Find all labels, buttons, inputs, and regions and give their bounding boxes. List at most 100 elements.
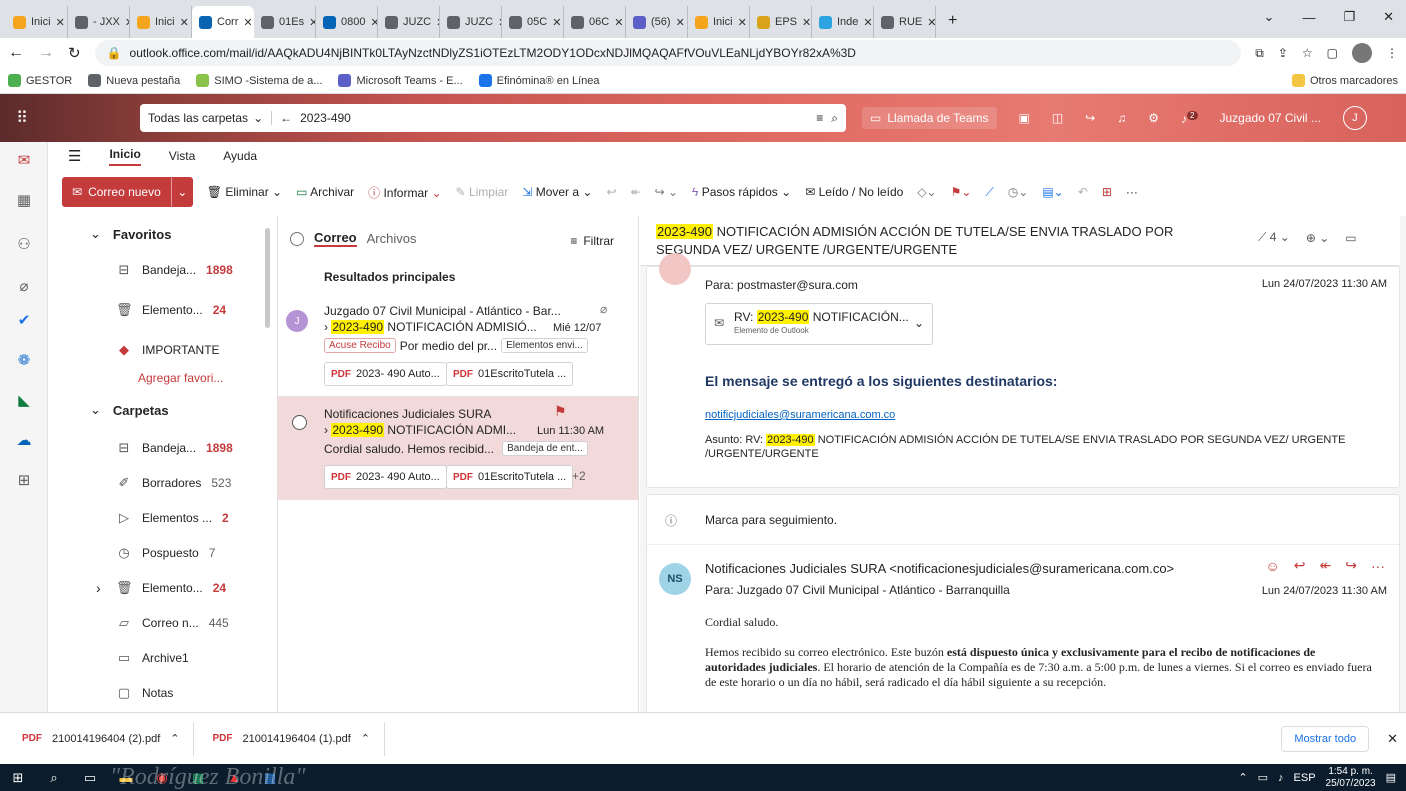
rules-icon[interactable]: ▤⌄ — [1042, 185, 1063, 199]
clean-button[interactable]: ✎ Limpiar — [456, 185, 509, 199]
bookmark-item[interactable]: Microsoft Teams - E... — [338, 74, 463, 87]
folder-item[interactable]: ◆ IMPORTANTE — [116, 342, 230, 358]
reply-icon[interactable]: ↩ — [1294, 557, 1306, 574]
bookings-icon[interactable]: ◣ — [12, 388, 36, 412]
teams-call-button[interactable]: ▭ Llamada de Teams — [862, 107, 997, 129]
tab-inicio[interactable]: Inicio — [109, 147, 141, 166]
browser-tab[interactable]: Inici ✕ — [6, 6, 68, 38]
todo-icon[interactable]: ✔ — [12, 308, 36, 332]
chevron-down-icon[interactable]: ⌄ — [914, 316, 924, 330]
forward-icon[interactable]: ↪ ⌄ — [655, 185, 678, 199]
list-item[interactable]: J Juzgado 07 Civil Municipal - Atlántico… — [278, 294, 638, 394]
megaphone-icon[interactable]: ♪ 2 — [1181, 110, 1198, 126]
quick-steps-button[interactable]: ϟ Pasos rápidos ⌄ — [692, 185, 791, 199]
browser-tab[interactable]: 06C ✕ — [564, 6, 626, 38]
folder-item[interactable]: ▱ Correo n... 445 — [116, 615, 229, 631]
browser-tab[interactable]: 01Es ✕ — [254, 6, 316, 38]
bookmark-item[interactable]: Efinómina® en Línea — [478, 74, 600, 87]
folder-item[interactable]: ⊟ Bandeja... 1898 — [116, 440, 233, 456]
attachment-chip[interactable]: PDF 01EscritoTutela ... — [446, 465, 574, 489]
bookmark-item[interactable]: SIMO -Sistema de a... — [196, 74, 322, 87]
sidebar-icon[interactable]: ▢ — [1327, 46, 1338, 60]
chevron-up-icon[interactable]: ⌃ — [361, 732, 370, 745]
more-icon[interactable]: ··· — [1371, 558, 1385, 574]
tab-ayuda[interactable]: Ayuda — [223, 149, 257, 163]
move-button[interactable]: ⇲ Mover a ⌄ — [522, 185, 592, 199]
bookmark-item[interactable]: GESTOR — [8, 74, 72, 87]
recipient-link[interactable]: notificjudiciales@suramericana.com.co — [705, 409, 895, 421]
app-launcher-icon[interactable]: ⠿ — [0, 108, 44, 128]
clock[interactable]: 1:54 p. m. 25/07/2023 — [1326, 766, 1376, 790]
emoji-icon[interactable]: ☺ — [1266, 558, 1280, 574]
search-scope-dropdown[interactable]: Todas las carpetas ⌄ — [148, 111, 273, 125]
search-icon[interactable]: ⌕ — [36, 770, 72, 786]
snooze-icon[interactable]: ◷⌄ — [1008, 185, 1029, 199]
browser-tab[interactable]: Inici ✕ — [688, 6, 750, 38]
tab-close-icon[interactable]: ✕ — [56, 16, 65, 29]
popout-icon[interactable]: ▭ — [1345, 231, 1356, 245]
reply-all-icon[interactable]: ↞ — [1320, 557, 1332, 574]
network-icon[interactable]: ▭ — [1258, 771, 1268, 784]
new-mail-button[interactable]: ✉ Correo nuevo ⌄ — [62, 177, 193, 207]
restore-button[interactable]: ❐ — [1343, 9, 1355, 25]
chevron-up-icon[interactable]: ⌃ — [170, 732, 179, 745]
mail-icon[interactable]: ✉ — [12, 148, 36, 172]
browser-tab[interactable]: 0800 ✕ — [316, 6, 378, 38]
tab-close-icon[interactable]: ✕ — [676, 16, 685, 29]
folder-item[interactable]: ▭ Archive1 — [116, 650, 199, 666]
attachment-chip[interactable]: PDF 01EscritoTutela ... — [446, 362, 574, 386]
teams-icon[interactable]: ◫ — [1052, 111, 1063, 125]
filter-button[interactable]: ≡ Filtrar — [570, 234, 614, 248]
tab-search-icon[interactable]: ⌄ — [1264, 9, 1275, 25]
task-view-icon[interactable]: ▭ — [72, 770, 108, 786]
browser-tab[interactable]: EPS ✕ — [750, 6, 812, 38]
attach-icon[interactable]: ⌀ — [12, 274, 36, 298]
browser-tab[interactable]: Corr ✕ — [192, 6, 254, 38]
more-apps-icon[interactable]: ⊞ — [12, 468, 36, 492]
select-all-icon[interactable] — [290, 231, 304, 246]
more-attachments[interactable]: +2 — [572, 469, 586, 483]
tray-chevron-icon[interactable]: ⌃ — [1238, 771, 1247, 784]
browser-tab[interactable]: (56) ✕ — [626, 6, 688, 38]
show-all-button[interactable]: Mostrar todo — [1281, 725, 1370, 752]
favorites-header[interactable]: ⌄ Favoritos — [90, 226, 171, 242]
language-indicator[interactable]: ESP — [1294, 772, 1316, 784]
folders-header[interactable]: ⌄ Carpetas — [90, 402, 169, 418]
teams-app-icon[interactable]: ❁ — [12, 348, 36, 372]
browser-tab[interactable]: JUZC✕ — [440, 6, 502, 38]
account-avatar[interactable]: J — [1342, 106, 1367, 130]
search-input[interactable]: 2023-490 — [300, 111, 351, 125]
folder-scrollbar[interactable] — [265, 228, 270, 328]
tab-close-icon[interactable]: ✕ — [738, 16, 747, 29]
bookmark-item[interactable]: Nueva pestaña — [88, 74, 180, 87]
volume-icon[interactable]: ♪ — [1278, 772, 1284, 784]
omnibox[interactable]: 🔒 outlook.office.com/mail/id/AAQkADU4NjB… — [94, 40, 1242, 66]
filter-icon[interactable]: ≡ — [816, 111, 823, 125]
reply-icon[interactable]: ↩ — [606, 185, 616, 199]
folder-item[interactable]: 🗑 Elemento... 24 — [116, 580, 226, 596]
menu-icon[interactable]: ⋮ — [1386, 46, 1398, 60]
read-unread-button[interactable]: ✉ Leído / No leído — [805, 185, 903, 199]
tab-close-icon[interactable]: ✕ — [614, 16, 623, 29]
notifications-icon[interactable]: ▤ — [1386, 771, 1396, 784]
new-tab-button[interactable]: + — [936, 12, 969, 38]
other-bookmarks[interactable]: Otros marcadores — [1291, 74, 1398, 87]
sender[interactable]: Notificaciones Judiciales SURA <notifica… — [705, 561, 1174, 576]
download-item[interactable]: PDF 210014196404 (2).pdf ⌃ — [22, 721, 195, 756]
chat-icon[interactable]: ▣ — [1019, 111, 1030, 125]
reply-icon[interactable]: ↪ — [1085, 111, 1095, 125]
tab-close-icon[interactable]: ✕ — [552, 16, 561, 29]
browser-tab[interactable]: Inici ✕ — [130, 6, 192, 38]
bell-icon[interactable]: ♫ — [1117, 111, 1126, 125]
delete-button[interactable]: 🗑 Eliminar ⌄ — [207, 185, 282, 199]
tab-close-icon[interactable]: ✕ — [243, 16, 252, 29]
forward-icon[interactable]: ↪ — [1345, 557, 1357, 574]
new-mail-dropdown[interactable]: ⌄ — [170, 177, 193, 207]
people-icon[interactable]: ⚇ — [12, 232, 36, 256]
more-icon[interactable]: ··· — [1126, 185, 1138, 199]
browser-tab[interactable]: Inde ✕ — [812, 6, 874, 38]
apps-icon[interactable]: ⊞ — [1102, 185, 1112, 199]
forward-icon[interactable]: → — [38, 44, 54, 62]
folder-item[interactable]: ⊟ Bandeja... 1898 — [116, 262, 233, 278]
tab-close-icon[interactable]: ✕ — [309, 16, 315, 29]
